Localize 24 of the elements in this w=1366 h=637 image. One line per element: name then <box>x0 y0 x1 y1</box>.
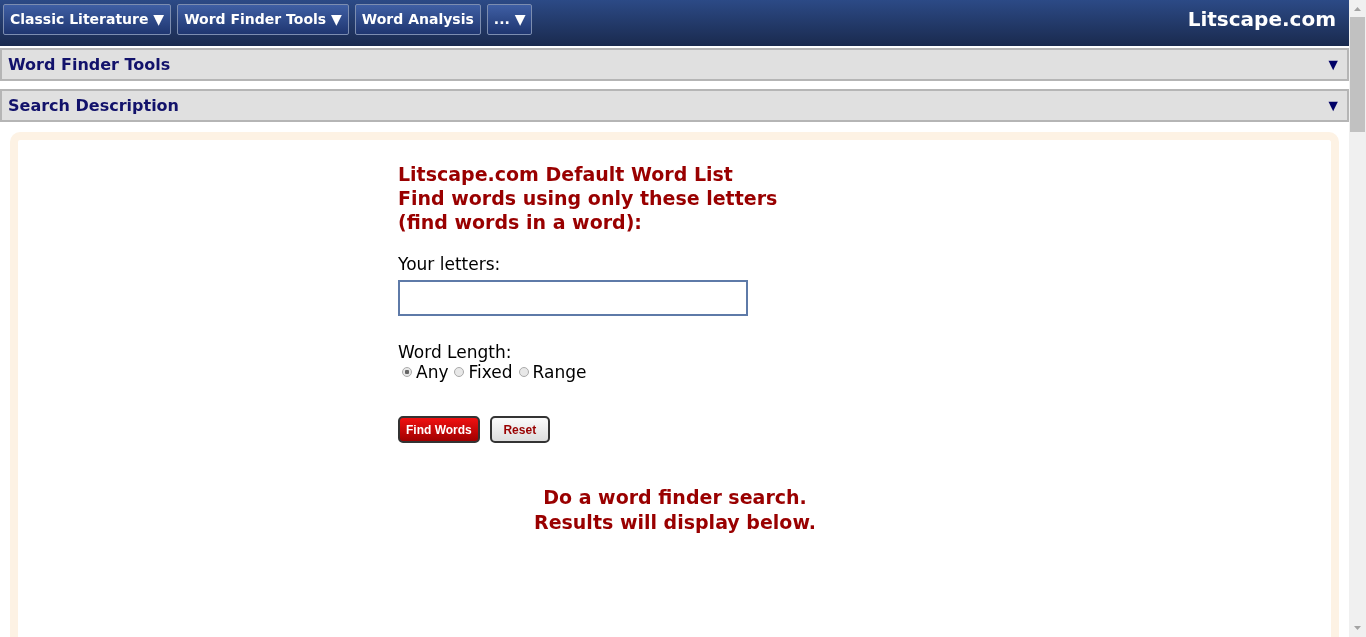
expand-toggle[interactable]: ▼ <box>1325 96 1341 115</box>
radio-button[interactable] <box>402 367 412 377</box>
collapsible-panel-header[interactable]: Word Finder Tools ▼ <box>0 48 1349 81</box>
field-label: Your letters: <box>398 254 502 274</box>
form-heading: Litscape.com Default Word List Find words using only these letters (find words in a word): <box>398 162 779 234</box>
panel-title: Word Finder Tools <box>8 55 171 74</box>
site-title: Litscape.com <box>1187 7 1336 31</box>
reset-button[interactable]: Reset <box>489 416 550 443</box>
collapsible-panel-header[interactable]: Search Description ▼ <box>0 89 1349 122</box>
nav-menu-button[interactable]: Word Analysis <box>354 3 481 35</box>
radio-label: Any <box>416 362 449 382</box>
radio-button[interactable] <box>454 367 465 377</box>
status-message: Do a word finder search. Results will display below. <box>533 485 817 535</box>
panel-title: Search Description <box>8 96 179 115</box>
radio-button[interactable] <box>518 367 529 377</box>
letters-input-field[interactable] <box>398 280 748 316</box>
expand-toggle[interactable]: ▼ <box>1325 55 1341 74</box>
nav-menu-button[interactable]: Classic Literature ▼ <box>3 3 172 35</box>
find-words-button[interactable]: Find Words <box>398 416 480 443</box>
radio-label: Fixed <box>468 362 513 382</box>
field-label: Word Length: <box>398 342 513 362</box>
radio-label: Range <box>532 362 587 382</box>
nav-menu-button[interactable]: ... ▼ <box>486 3 533 35</box>
nav-menu-button[interactable]: Word Finder Tools ▼ <box>177 3 349 35</box>
